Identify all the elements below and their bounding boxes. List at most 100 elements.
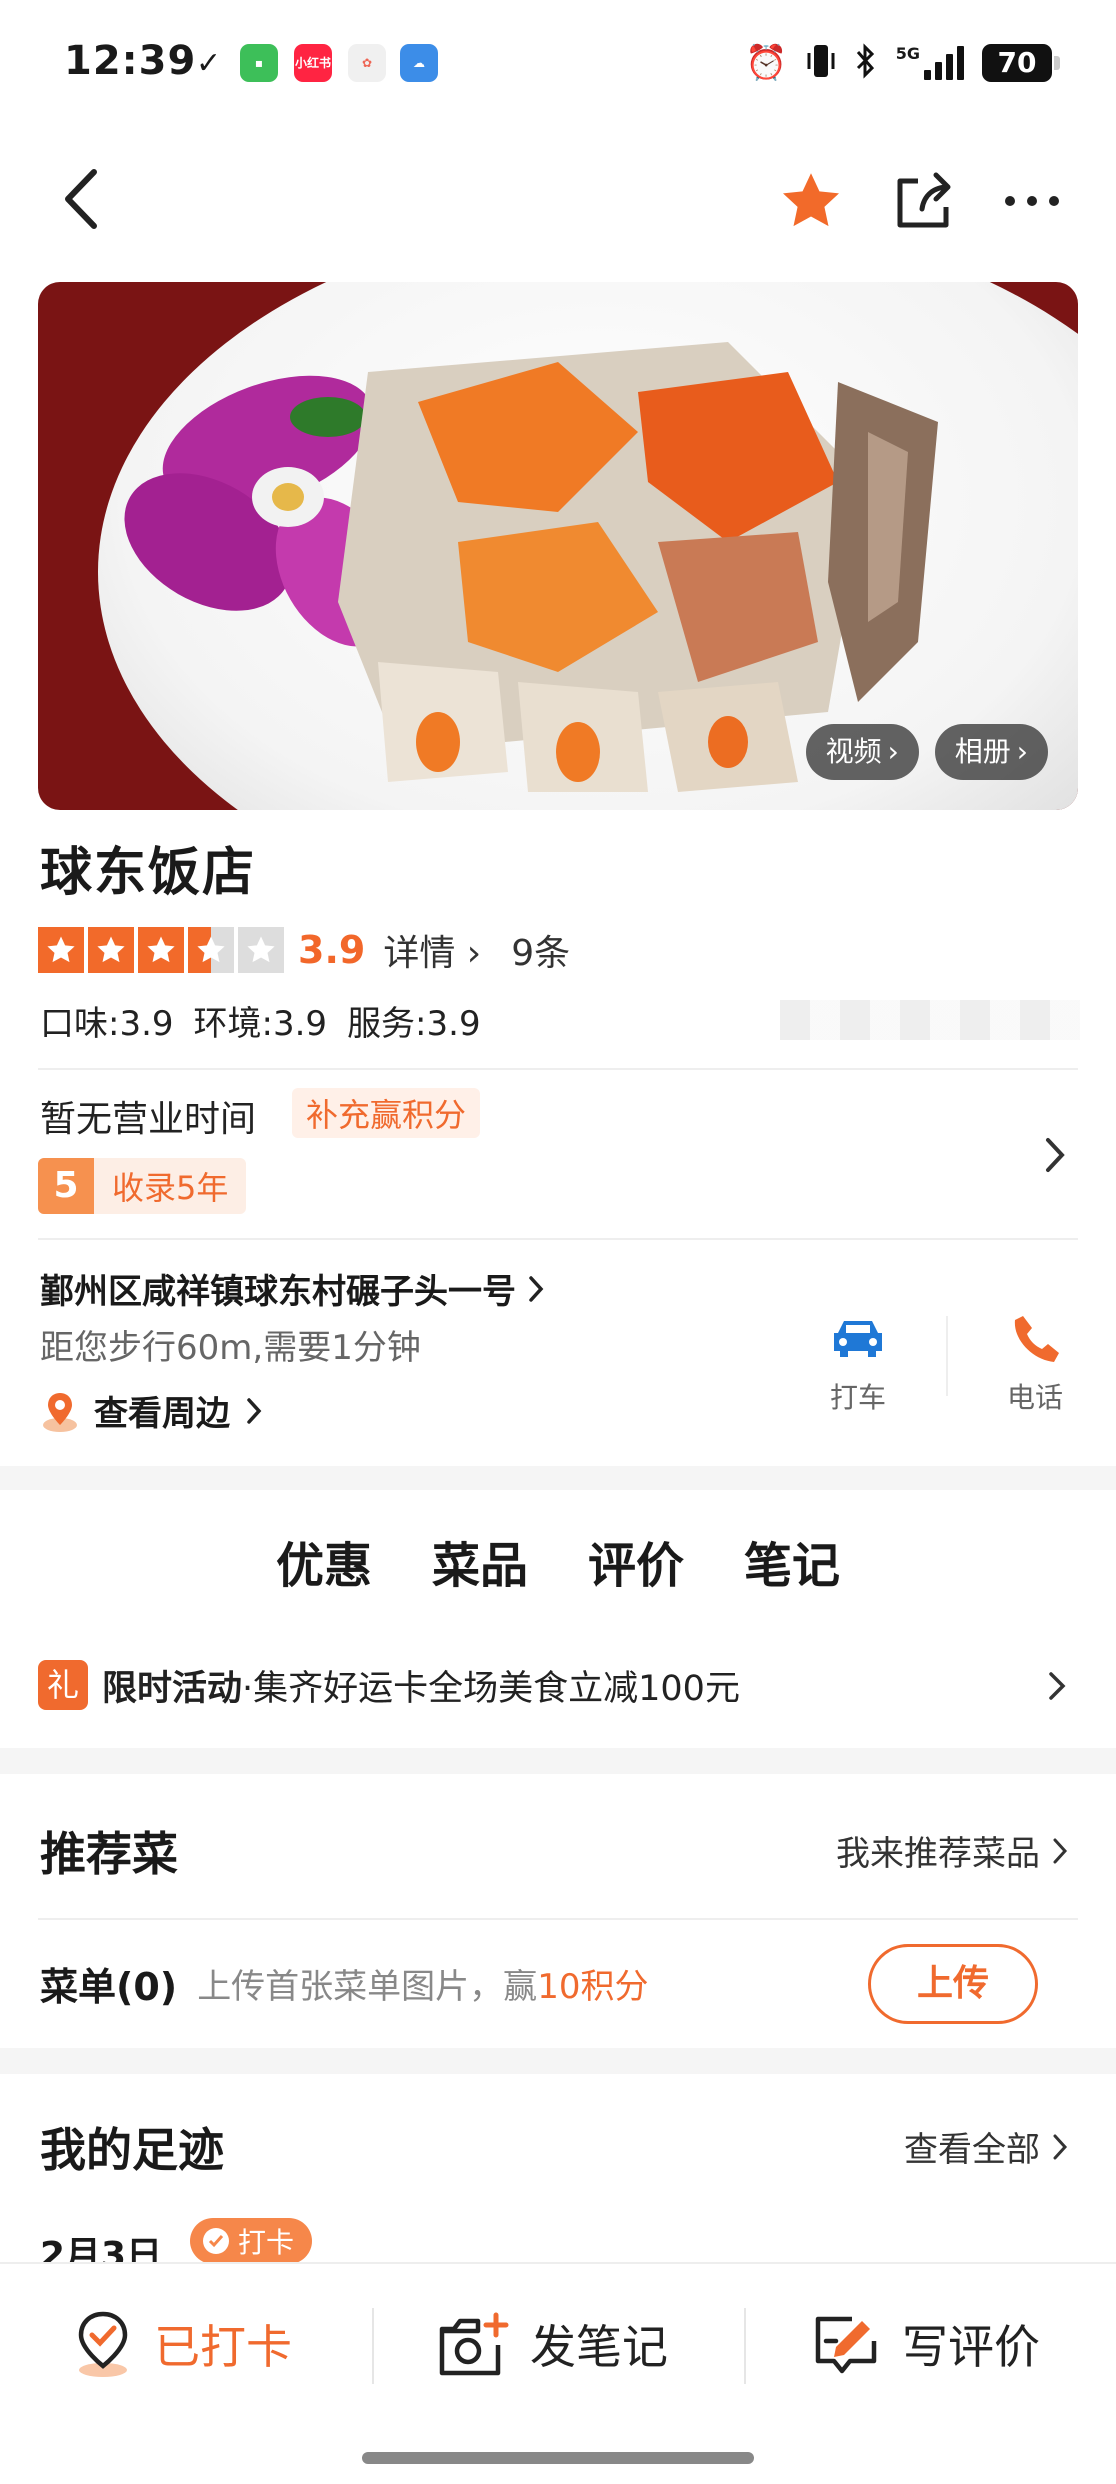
blurred-content — [780, 1000, 1080, 1040]
section-gap — [0, 1748, 1116, 1774]
write-review-label: 写评价 — [902, 2320, 1040, 2374]
chevron-right-icon — [1053, 1838, 1068, 1863]
recommend-dish-link[interactable]: 我来推荐菜品 — [836, 1826, 1070, 1875]
taxi-label: 打车 — [829, 1381, 886, 1414]
tab-offers[interactable]: 优惠 — [269, 1526, 379, 1614]
years-label: 收录5年 — [112, 1169, 229, 1207]
check-icon: ✓ — [196, 46, 222, 81]
rating-row[interactable]: 3.9 详情 › 9条 — [38, 922, 570, 978]
checkin-badge: 打卡 — [190, 2218, 313, 2264]
back-arrow-icon[interactable] — [56, 164, 116, 234]
battery-indicator: 70 — [982, 44, 1060, 82]
details-label: 详情 — [383, 933, 456, 974]
camera-plus-icon — [439, 2312, 509, 2376]
video-button[interactable]: 视频 › — [805, 724, 919, 780]
view-nearby-link[interactable]: 查看周边 — [40, 1386, 264, 1435]
phone-icon — [1014, 1316, 1059, 1362]
menu-row: 菜单(0) 上传首张菜单图片，赢10积分 — [40, 1956, 648, 2011]
chevron-right-icon — [247, 1397, 262, 1424]
more-icon[interactable] — [1002, 191, 1062, 215]
star-full-icon — [88, 927, 134, 973]
section-gap — [0, 1466, 1116, 1490]
upload-button[interactable]: 上传 — [868, 1944, 1038, 2024]
environment-score: 环境:3.9 — [193, 1004, 328, 1044]
tab-dishes[interactable]: 菜品 — [432, 1526, 528, 1614]
phone-label: 电话 — [1006, 1381, 1063, 1414]
video-label: 视频 — [825, 735, 882, 768]
years-listed-badge: 5 收录5年 — [38, 1158, 247, 1214]
star-full-icon — [38, 927, 84, 973]
taste-score: 口味:3.9 — [40, 1004, 174, 1044]
shop-name: 球东饭店 — [40, 843, 257, 903]
album-button[interactable]: 相册 › — [934, 724, 1048, 780]
star-icon[interactable] — [776, 166, 846, 240]
menu-hint-points: 10积分 — [537, 1967, 649, 2007]
tab-notes[interactable]: 笔记 — [744, 1526, 840, 1614]
content-tabs: 优惠 菜品 评价 笔记 — [0, 1526, 1116, 1614]
post-note-button[interactable]: 发笔记 — [436, 2304, 668, 2384]
taxi-button[interactable]: 打车 — [813, 1310, 903, 1416]
phone-button[interactable]: 电话 — [990, 1310, 1080, 1416]
view-all-label: 查看全部 — [904, 2130, 1040, 2170]
address-link[interactable]: 鄞州区咸祥镇球东村碾子头一号 — [40, 1264, 546, 1313]
chevron-right-icon: › — [1016, 735, 1028, 768]
section-gap — [0, 2048, 1116, 2074]
divider — [38, 1238, 1078, 1240]
chevron-right-icon — [1053, 2134, 1068, 2159]
bluetooth-icon — [854, 41, 878, 85]
gallery-icon: ✿ — [348, 44, 386, 82]
checked-in-button[interactable]: 已打卡 — [72, 2304, 292, 2384]
divider — [744, 2308, 746, 2384]
share-icon[interactable] — [892, 169, 956, 237]
star-empty-icon — [238, 927, 284, 973]
menu-hint: 上传首张菜单图片，赢 — [197, 1967, 538, 2007]
chevron-right-icon[interactable] — [1040, 1130, 1070, 1184]
write-review-button[interactable]: 写评价 — [812, 2304, 1040, 2384]
rating-score: 3.9 — [298, 928, 366, 972]
top-nav — [0, 150, 1116, 250]
alarm-icon: ⏰ — [745, 43, 788, 83]
chevron-right-icon: › — [887, 735, 899, 768]
checked-in-label: 已打卡 — [154, 2320, 292, 2374]
footprint-date: 2月3日 — [40, 2235, 163, 2262]
recommend-link-label: 我来推荐菜品 — [836, 1834, 1040, 1874]
check-circle-icon — [203, 2228, 229, 2254]
xiaohongshu-icon: 小红书 — [294, 44, 332, 82]
divider — [946, 1316, 948, 1396]
shop-hero-image[interactable]: 视频 › 相册 › — [38, 282, 1078, 810]
address-text: 鄞州区咸祥镇球东村碾子头一号 — [40, 1272, 516, 1312]
weather-icon: ☁ — [400, 44, 438, 82]
rating-stars — [38, 927, 284, 973]
years-number: 5 — [38, 1158, 94, 1214]
home-indicator[interactable] — [362, 2452, 754, 2464]
business-hours: 暂无营业时间 — [40, 1099, 257, 1140]
walking-distance: 距您步行60m,需要1分钟 — [40, 1328, 421, 1368]
chevron-right-icon: › — [466, 933, 482, 974]
recommend-title: 推荐菜 — [40, 1827, 178, 1881]
app-notification-icon: ▪ — [240, 44, 278, 82]
promo-title: 限时活动 — [102, 1668, 243, 1709]
post-note-label: 发笔记 — [530, 2320, 668, 2374]
edit-review-icon — [815, 2316, 877, 2374]
details-link[interactable]: 详情 › — [383, 924, 481, 976]
chevron-right-icon — [1044, 1666, 1070, 1710]
checkin-badge-label: 打卡 — [238, 2226, 295, 2259]
vibrate-icon — [806, 41, 836, 85]
add-hours-bonus-tag[interactable]: 补充赢积分 — [292, 1088, 481, 1138]
status-bar: 12:39 ✓ ▪ 小红书 ✿ ☁ ⏰ 5G 70 — [0, 0, 1116, 130]
sub-scores: 口味:3.9 环境:3.9 服务:3.9 — [40, 996, 481, 1045]
car-icon — [834, 1321, 882, 1357]
divider — [38, 1918, 1078, 1920]
star-half-icon — [188, 927, 234, 973]
system-icons: ⏰ 5G 70 — [745, 40, 1060, 86]
view-all-link[interactable]: 查看全部 — [904, 2122, 1070, 2171]
promo-row[interactable]: 礼 限时活动·集齐好运卡全场美食立减100元 — [38, 1658, 1078, 1712]
tab-reviews[interactable]: 评价 — [588, 1526, 684, 1614]
album-label: 相册 — [954, 735, 1011, 768]
network-label: 5G — [895, 44, 920, 63]
review-count[interactable]: 9条 — [511, 924, 570, 976]
signal-icon: 5G — [896, 46, 964, 80]
star-full-icon — [138, 927, 184, 973]
status-time: 12:39 — [64, 38, 197, 84]
location-pin-icon — [43, 1392, 77, 1432]
